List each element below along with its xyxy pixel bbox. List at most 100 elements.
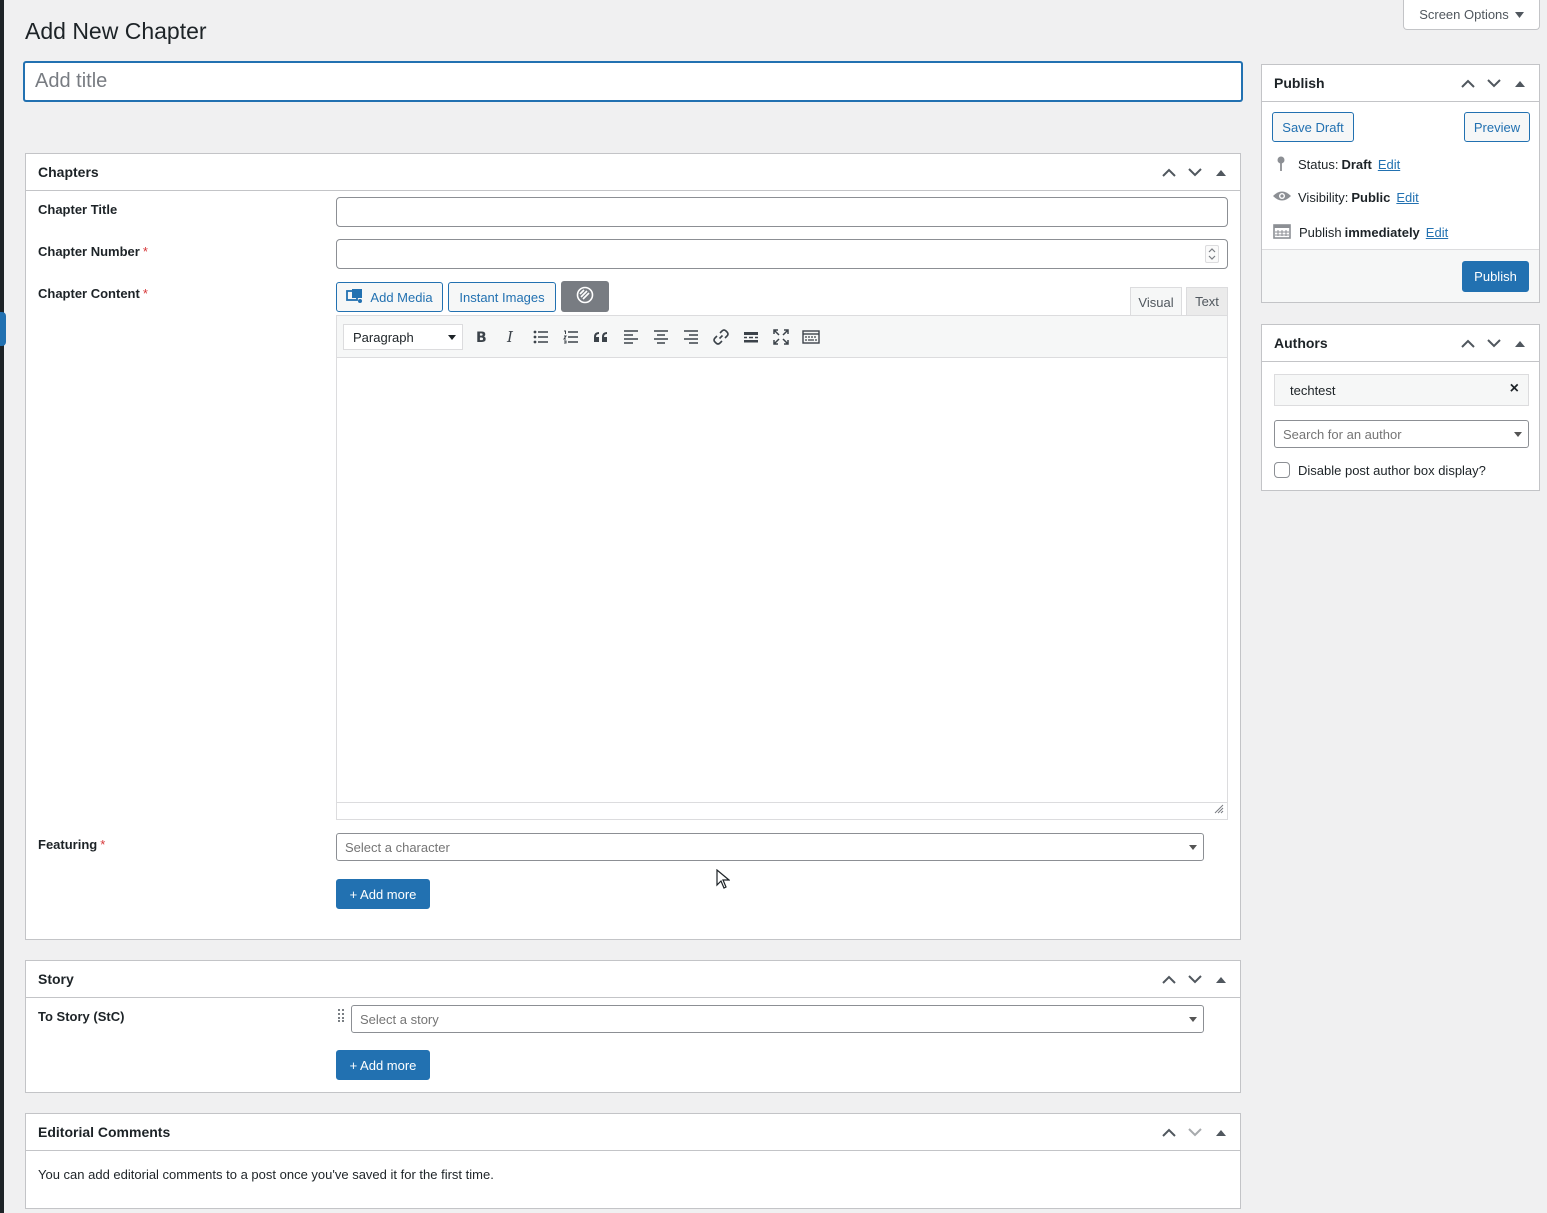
required-asterisk: * (142, 286, 148, 301)
disable-author-box-row: Disable post author box display? (1274, 462, 1486, 478)
move-down-icon[interactable] (1182, 967, 1208, 993)
chevron-down-icon (1189, 845, 1197, 850)
edit-status-link[interactable]: Edit (1378, 157, 1400, 172)
align-left-icon[interactable] (616, 322, 646, 352)
publish-actions: Publish (1262, 249, 1539, 302)
publish-label: Publish (1299, 225, 1342, 240)
publish-metabox-title: Publish (1274, 75, 1325, 91)
chevron-down-icon (1189, 1017, 1197, 1022)
move-up-icon[interactable] (1455, 71, 1481, 97)
author-search-placeholder: Search for an author (1283, 426, 1402, 442)
screen-options-button[interactable]: Screen Options (1403, 0, 1540, 30)
drag-handle-icon[interactable] (337, 1008, 345, 1025)
link-icon[interactable] (706, 322, 736, 352)
numbered-list-icon[interactable] (556, 322, 586, 352)
publish-metabox-header: Publish (1262, 65, 1539, 102)
collapse-toggle-icon[interactable] (1208, 967, 1234, 993)
chapter-number-input[interactable] (336, 239, 1228, 269)
author-search-select[interactable]: Search for an author (1274, 420, 1529, 448)
mouse-cursor-icon (716, 868, 731, 892)
align-right-icon[interactable] (676, 322, 706, 352)
chevron-down-icon (1514, 432, 1522, 437)
edit-schedule-link[interactable]: Edit (1426, 225, 1448, 240)
move-down-icon[interactable] (1182, 160, 1208, 186)
story-metabox-actions (1156, 961, 1234, 998)
format-select[interactable]: Paragraph (343, 324, 463, 350)
story-select[interactable]: Select a story (351, 1005, 1204, 1033)
fullscreen-icon[interactable] (766, 322, 796, 352)
eye-icon (1272, 189, 1292, 206)
read-more-icon[interactable] (736, 322, 766, 352)
move-down-icon[interactable] (1481, 331, 1507, 357)
admin-sidebar-active-marker (0, 312, 6, 346)
chapters-metabox-title: Chapters (38, 164, 99, 180)
bold-icon[interactable]: B (466, 322, 496, 352)
blockquote-icon[interactable] (586, 322, 616, 352)
add-media-button[interactable]: Add Media (336, 282, 443, 312)
save-draft-button[interactable]: Save Draft (1272, 112, 1354, 142)
featuring-select[interactable]: Select a character (336, 833, 1204, 861)
edit-visibility-link[interactable]: Edit (1396, 190, 1418, 205)
preview-button[interactable]: Preview (1464, 112, 1530, 142)
tab-text[interactable]: Text (1186, 287, 1228, 315)
italic-icon[interactable]: I (496, 322, 526, 352)
story-add-more-button[interactable]: + Add more (336, 1050, 430, 1080)
editor-toolbar: Paragraph B I (337, 316, 1227, 358)
story-metabox-header: Story (26, 961, 1240, 998)
editorial-comments-header: Editorial Comments (26, 1114, 1240, 1151)
schedule-row: Publish immediately Edit (1273, 223, 1448, 242)
number-spinner-icon[interactable] (1205, 245, 1219, 263)
status-row: Status: Draft Edit (1274, 155, 1400, 174)
chapter-title-label: Chapter Title (38, 202, 118, 217)
align-center-icon[interactable] (646, 322, 676, 352)
add-media-label: Add Media (370, 289, 433, 305)
resize-handle-icon[interactable] (1214, 802, 1224, 817)
move-up-icon[interactable] (1455, 331, 1481, 357)
editor-statusbar (337, 802, 1227, 819)
featuring-label: Featuring * (38, 837, 106, 852)
move-down-icon[interactable] (1182, 1120, 1208, 1146)
move-down-icon[interactable] (1481, 71, 1507, 97)
publish-value: immediately (1344, 225, 1420, 240)
collapse-toggle-icon[interactable] (1507, 331, 1533, 357)
disable-author-box-label: Disable post author box display? (1298, 462, 1486, 478)
chapter-title-input[interactable] (336, 197, 1228, 227)
visibility-label: Visibility: (1298, 190, 1349, 205)
collapse-toggle-icon[interactable] (1507, 71, 1533, 97)
move-up-icon[interactable] (1156, 160, 1182, 186)
editorial-comments-actions (1156, 1114, 1234, 1151)
instant-images-button[interactable]: Instant Images (448, 282, 556, 312)
add-media-icon (346, 288, 364, 307)
camera-lens-icon (576, 286, 594, 307)
selected-author-name: techtest (1290, 382, 1336, 398)
collapse-toggle-icon[interactable] (1208, 160, 1234, 186)
status-value: Draft (1341, 157, 1372, 172)
publish-metabox: Publish Save Draft Preview Status: Draft… (1261, 64, 1540, 303)
featuring-add-more-button[interactable]: + Add more (336, 879, 430, 909)
required-asterisk: * (100, 837, 106, 852)
collapse-toggle-icon[interactable] (1208, 1120, 1234, 1146)
authors-metabox-header: Authors (1262, 325, 1539, 362)
admin-sidebar-edge (0, 0, 4, 1213)
editor-wrapper: Paragraph B I (336, 315, 1228, 820)
pin-icon (1274, 155, 1288, 174)
publish-button[interactable]: Publish (1462, 261, 1529, 292)
svg-text:B: B (476, 330, 487, 344)
chapter-content-label: Chapter Content * (38, 286, 148, 301)
tab-visual[interactable]: Visual (1130, 287, 1182, 316)
toolbar-buttons: B I (466, 322, 826, 352)
move-up-icon[interactable] (1156, 967, 1182, 993)
move-up-icon[interactable] (1156, 1120, 1182, 1146)
calendar-icon (1273, 223, 1291, 242)
editor-content-area[interactable] (337, 359, 1227, 802)
caret-down-icon (1514, 7, 1524, 22)
plugin-media-button[interactable] (561, 281, 609, 312)
disable-author-box-checkbox[interactable] (1274, 462, 1290, 478)
editorial-comments-metabox: Editorial Comments You can add editorial… (25, 1113, 1241, 1209)
remove-author-icon[interactable]: × (1510, 380, 1519, 398)
publish-metabox-actions (1455, 65, 1533, 102)
bullet-list-icon[interactable] (526, 322, 556, 352)
toolbar-toggle-icon[interactable] (796, 322, 826, 352)
visibility-value: Public (1351, 190, 1391, 205)
post-title-input[interactable] (24, 62, 1242, 101)
